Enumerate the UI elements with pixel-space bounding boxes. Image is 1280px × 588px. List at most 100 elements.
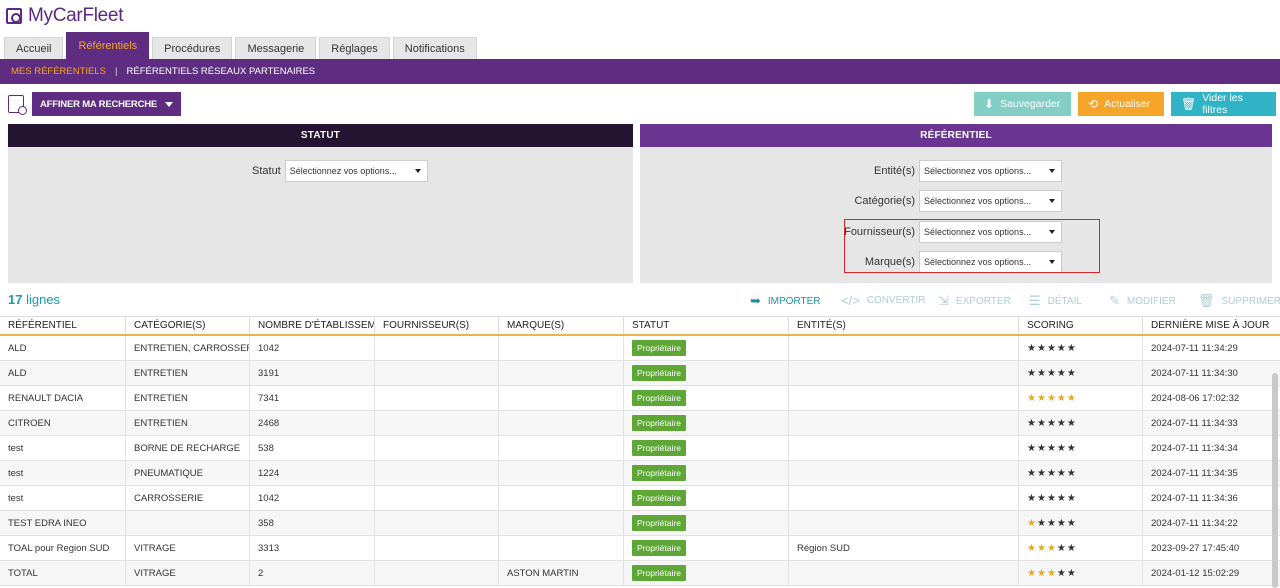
table-row[interactable]: ALD ENTRETIEN, CARROSSERIE 1042 Propriétair… <box>0 336 1280 361</box>
cell-nb-etablissements: 1224 <box>250 461 375 485</box>
statut-select[interactable]: Sélectionnez vos options... <box>284 160 428 182</box>
save-button[interactable]: ⬇ Sauvegarder <box>974 92 1071 116</box>
dropdown-arrow-icon <box>1049 169 1055 173</box>
status-badge: Propriétaire <box>632 340 686 356</box>
star-icon: ★ <box>1046 442 1057 454</box>
col-derniere-maj[interactable]: DERNIÈRE MISE À JOUR <box>1143 317 1280 334</box>
star-icon: ★ <box>1046 492 1057 504</box>
import-action[interactable]: ➥ IMPORTER <box>750 293 821 309</box>
cell-scoring: ★★★★★ <box>1019 511 1143 535</box>
status-badge: Propriétaire <box>632 390 686 406</box>
star-icon: ★ <box>1027 492 1037 504</box>
cell-scoring: ★★★★★ <box>1019 561 1143 585</box>
col-statut[interactable]: STATUT <box>624 317 789 334</box>
import-arrow-icon: ➥ <box>750 293 761 308</box>
statut-panel-title: STATUT <box>8 124 634 147</box>
cell-statut: Propriétaire <box>624 461 789 485</box>
categorie-select[interactable]: Sélectionnez vos options... <box>919 190 1062 212</box>
cell-marques <box>499 486 624 510</box>
table-row[interactable]: test BORNE DE RECHARGE 538 Propriétaire ★★★★… <box>0 436 1280 461</box>
star-icon: ★ <box>1066 467 1077 479</box>
star-icon: ★ <box>1036 567 1047 579</box>
table-row[interactable]: test PNEUMATIQUE 1224 Propriétaire ★★★★★ 2024… <box>0 461 1280 486</box>
star-icon: ★ <box>1027 542 1037 554</box>
tab-accueil[interactable]: Accueil <box>4 37 64 59</box>
tab-referentiels[interactable]: Référentiels <box>66 32 150 59</box>
cell-derniere-maj: 2024-07-11 11:34:33 <box>1151 417 1238 429</box>
table-row[interactable]: TOAL pour Region SUD VITRAGE 3313 Propriéta… <box>0 536 1280 561</box>
status-badge: Propriétaire <box>632 515 686 531</box>
clear-filters-label: Vider les filtres <box>1202 92 1243 116</box>
table-row[interactable]: TOTAL VITRAGE 2 ASTON MARTIN Propriétaire ★★★… <box>0 561 1280 586</box>
detail-action[interactable]: ☰ DÉTAIL <box>1029 293 1082 309</box>
col-entites[interactable]: ENTITÉ(S) <box>789 317 1019 334</box>
cell-scoring: ★★★★★ <box>1019 361 1143 385</box>
star-icon: ★ <box>1036 367 1047 379</box>
refresh-button[interactable]: ⟲ Actualiser <box>1078 92 1164 116</box>
cell-nb-etablissements: 1042 <box>250 336 375 360</box>
star-rating: ★★★★★ <box>1027 393 1077 404</box>
cell-entites <box>789 436 1019 460</box>
tab-reglages[interactable]: Réglages <box>319 37 390 59</box>
col-categories[interactable]: CATÉGORIE(S) <box>126 317 250 334</box>
export-action[interactable]: ⇲ EXPORTER <box>938 293 1011 309</box>
table-row[interactable]: test CARROSSERIE 1042 Propriétaire ★★★★★ 2024… <box>0 486 1280 511</box>
cell-referentiel: test <box>0 461 126 485</box>
entite-select[interactable]: Sélectionnez vos options... <box>919 160 1062 182</box>
star-icon: ★ <box>1046 417 1057 429</box>
code-icon: </> <box>841 293 860 308</box>
star-rating: ★★★★★ <box>1027 343 1077 354</box>
cell-entites <box>789 361 1019 385</box>
col-nb-etablissements[interactable]: NOMBRE D'ÉTABLISSEMENTS <box>250 317 375 334</box>
star-rating: ★★★★★ <box>1027 468 1077 479</box>
star-icon: ★ <box>1056 392 1067 404</box>
table-scrollbar[interactable] <box>1272 373 1278 588</box>
star-rating: ★★★★★ <box>1027 368 1077 379</box>
subnav-mes-referentiels[interactable]: MES RÉFÉRENTIELS <box>11 66 106 77</box>
status-badge: Propriétaire <box>632 465 686 481</box>
cell-scoring: ★★★★★ <box>1019 461 1143 485</box>
cell-fournisseurs <box>375 461 499 485</box>
table-row[interactable]: RENAULT DACIA ENTRETIEN 7341 Propriétaire ★★… <box>0 386 1280 411</box>
star-icon: ★ <box>1066 417 1077 429</box>
star-icon: ★ <box>1046 342 1057 354</box>
star-icon: ★ <box>1046 367 1057 379</box>
table-row[interactable]: CITROEN ENTRETIEN 2468 Propriétaire ★★★★★ 202… <box>0 411 1280 436</box>
table-body: ALD ENTRETIEN, CARROSSERIE 1042 Propriétair… <box>0 336 1280 586</box>
star-icon: ★ <box>1027 467 1037 479</box>
app-header: MyCarFleet <box>0 0 1280 32</box>
cell-entites <box>789 561 1019 585</box>
clear-filters-button[interactable]: 🗑 Vider les filtres <box>1171 92 1276 116</box>
star-icon: ★ <box>1027 517 1037 529</box>
table-row[interactable]: TEST EDRA INEO 358 Propriétaire ★★★★★ 2024-0… <box>0 511 1280 536</box>
cell-categories: PNEUMATIQUE <box>126 461 250 485</box>
col-scoring[interactable]: SCORING <box>1019 317 1143 334</box>
col-fournisseurs[interactable]: FOURNISSEUR(S) <box>375 317 499 334</box>
star-rating: ★★★★★ <box>1027 418 1077 429</box>
cell-entites <box>789 461 1019 485</box>
search-toolbar: AFFINER MA RECHERCHE ⬇ Sauvegarder ⟲ Act… <box>0 84 1280 124</box>
edit-action[interactable]: ✎ MODIFIER <box>1109 293 1176 309</box>
detail-label: DÉTAIL <box>1047 295 1082 307</box>
refine-search-button[interactable]: AFFINER MA RECHERCHE <box>32 92 182 116</box>
delete-action[interactable]: 🗑 SUPPRIMER <box>1198 293 1280 309</box>
cell-statut: Propriétaire <box>624 536 789 560</box>
convert-action[interactable]: </> CONVERTIR <box>841 293 926 308</box>
col-marques[interactable]: MARQUE(S) <box>499 317 624 334</box>
cell-nb-etablissements: 7341 <box>250 386 375 410</box>
cell-categories: BORNE DE RECHARGE <box>126 436 250 460</box>
col-referentiel[interactable]: RÉFÉRENTIEL <box>0 317 126 334</box>
star-rating: ★★★★★ <box>1027 543 1077 554</box>
cell-categories: VITRAGE <box>126 561 250 585</box>
tab-procedures[interactable]: Procédures <box>152 37 233 59</box>
statut-label: Statut <box>252 165 281 177</box>
tab-messagerie[interactable]: Messagerie <box>235 37 317 59</box>
table-row[interactable]: ALD ENTRETIEN 3191 Propriétaire ★★★★★ 2024-07… <box>0 361 1280 386</box>
tab-notifications[interactable]: Notifications <box>392 37 477 59</box>
status-badge: Propriétaire <box>632 440 686 456</box>
cell-marques <box>499 361 624 385</box>
cell-entites <box>789 486 1019 510</box>
subnav-reseaux-partenaires[interactable]: RÉFÉRENTIELS RÉSEAUX PARTENAIRES <box>127 66 316 77</box>
star-icon: ★ <box>1056 467 1067 479</box>
entite-select-value: Sélectionnez vos options... <box>924 166 1032 176</box>
